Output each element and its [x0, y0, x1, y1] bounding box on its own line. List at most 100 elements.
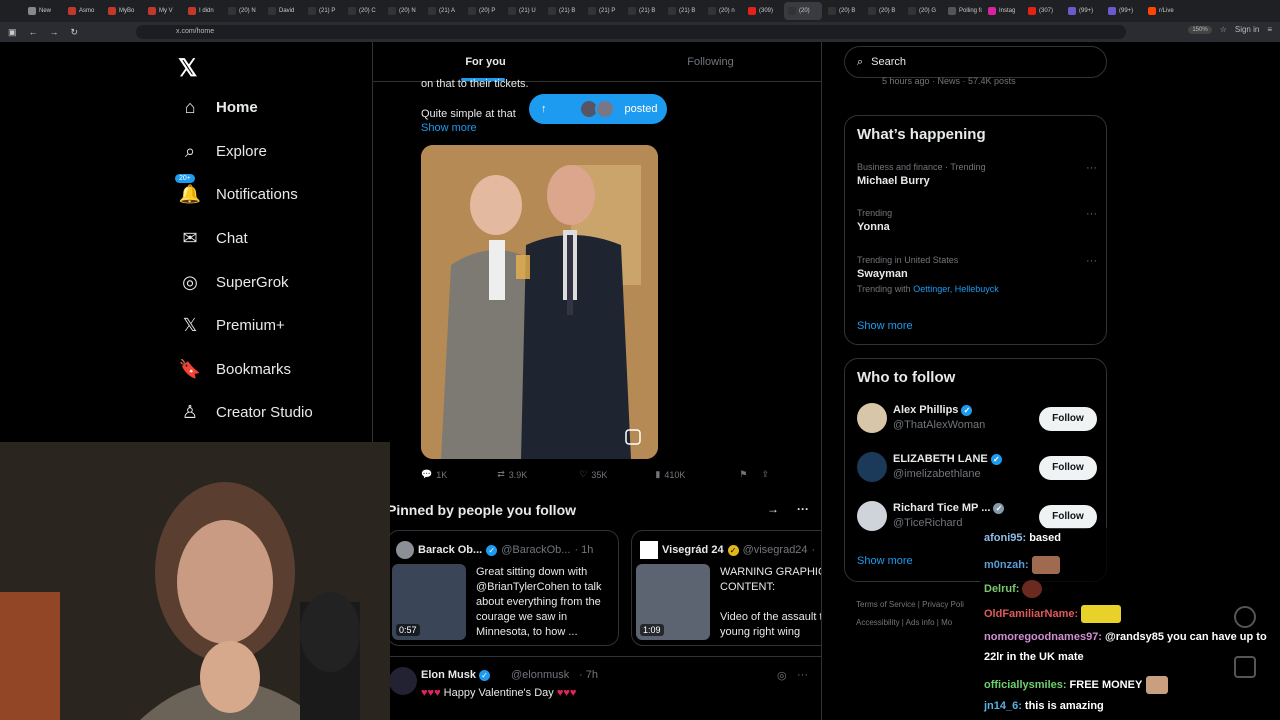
show-more-link[interactable]: Show more: [857, 555, 913, 567]
grok-icon[interactable]: ◎: [777, 669, 787, 682]
browser-tab[interactable]: Polling fo: [944, 2, 982, 20]
back-icon[interactable]: ←: [29, 27, 38, 38]
show-more-link[interactable]: Show more: [857, 320, 913, 332]
browser-tab[interactable]: (20) C: [344, 2, 382, 20]
browser-tab[interactable]: David: [264, 2, 302, 20]
footer-link[interactable]: Mo: [941, 618, 952, 627]
whats-happening-panel: What’s happening Business and finance · …: [844, 115, 1107, 345]
show-more-link[interactable]: Show more: [421, 122, 477, 134]
avatar: [857, 501, 887, 531]
repost-button[interactable]: ⇄ 3.9K: [497, 469, 527, 480]
browser-tab[interactable]: (20) G: [904, 2, 942, 20]
browser-tab[interactable]: (20): [784, 2, 822, 20]
browser-tab[interactable]: Instag: [984, 2, 1022, 20]
messages-icon[interactable]: [1234, 656, 1256, 678]
zoom-level[interactable]: 150%: [1188, 25, 1212, 34]
trend-item[interactable]: Trending in United States Swayman Trendi…: [857, 255, 1097, 294]
browser-tab[interactable]: (20) n: [704, 2, 742, 20]
follow-button[interactable]: Follow: [1039, 456, 1097, 480]
browser-tab[interactable]: Asmo: [64, 2, 102, 20]
browser-tab[interactable]: (20) B: [824, 2, 862, 20]
x-logo-icon[interactable]: 𝕏: [178, 54, 197, 83]
follow-button[interactable]: Follow: [1039, 505, 1097, 529]
browser-tab[interactable]: (20) N: [224, 2, 262, 20]
pinned-card[interactable]: Visegrád 24 ✓ @visegrad24 · 1:09 WARNING…: [631, 530, 821, 646]
trend-links[interactable]: Oettinger, Hellebuyck: [913, 284, 999, 294]
nav-item-premium[interactable]: 𝕏 Premium+: [180, 315, 285, 335]
more-icon[interactable]: ···: [1086, 162, 1097, 174]
x-icon: [908, 7, 916, 15]
browser-tab[interactable]: (309): [744, 2, 782, 20]
search-input[interactable]: ⌕ Search: [844, 46, 1107, 78]
trend-item[interactable]: Trending Yonna ···: [857, 208, 1097, 233]
browser-tab[interactable]: (20) B: [864, 2, 902, 20]
browser-tab[interactable]: (21) B: [664, 2, 702, 20]
tweet-photo[interactable]: [421, 145, 658, 459]
browser-tab[interactable]: (99+): [1064, 2, 1102, 20]
footer-link[interactable]: Privacy Poli: [922, 600, 964, 609]
url-field[interactable]: x.com/home: [136, 25, 1126, 39]
browser-tab[interactable]: (21) P: [584, 2, 622, 20]
more-icon[interactable]: ···: [1086, 208, 1097, 220]
new-posts-pill[interactable]: ↑ posted: [529, 94, 667, 124]
arrow-right-icon[interactable]: →: [767, 502, 779, 516]
x-icon: [588, 7, 596, 15]
footer-link[interactable]: Ads info: [906, 618, 935, 627]
chat-message: 22lr in the UK mate: [984, 651, 1084, 663]
more-icon[interactable]: ···: [1086, 255, 1097, 267]
nav-item-supergrok[interactable]: ◎ SuperGrok: [180, 272, 289, 292]
tab-for-you[interactable]: For you: [373, 42, 598, 81]
bookmark-button[interactable]: ⚑: [739, 469, 747, 480]
menu-icon[interactable]: ≡: [1267, 25, 1272, 34]
avatar: [389, 667, 417, 695]
pinned-card[interactable]: Barack Ob... ✓ @BarackOb... · 1h 0:57 Gr…: [387, 530, 619, 646]
like-button[interactable]: ♡ 35K: [579, 469, 607, 480]
profile-icon: [108, 7, 116, 15]
video-thumbnail[interactable]: 1:09: [636, 564, 710, 640]
chat-message: officiallysmiles: FREE MONEY: [984, 676, 1169, 694]
browser-tab[interactable]: (20) P: [464, 2, 502, 20]
more-icon[interactable]: ···: [797, 502, 809, 516]
browser-tab[interactable]: (99+): [1104, 2, 1142, 20]
browser-tab[interactable]: r/Live: [1144, 2, 1182, 20]
chat-message: m0nzah:: [984, 556, 1060, 574]
next-tweet[interactable]: Elon Musk ✓ @elonmusk · 7h ♥♥♥ Happy Val…: [373, 656, 821, 720]
browser-tab[interactable]: My V: [144, 2, 182, 20]
footer-link[interactable]: Accessibility: [856, 618, 900, 627]
forward-icon[interactable]: →: [50, 27, 59, 38]
nav-item-creator-studio[interactable]: ♙ Creator Studio: [180, 402, 313, 422]
follow-button[interactable]: Follow: [1039, 407, 1097, 431]
sidebar-toggle-icon[interactable]: ▣: [8, 27, 17, 38]
reload-icon[interactable]: ↻: [71, 27, 79, 38]
nav-item-chat[interactable]: ✉ Chat: [180, 228, 247, 248]
follow-suggestion[interactable]: ELIZABETH LANE ✓ @imelizabethlane Follow: [857, 452, 1097, 484]
footer-link[interactable]: Terms of Service: [856, 600, 916, 609]
browser-tab[interactable]: (20) N: [384, 2, 422, 20]
more-icon[interactable]: ···: [797, 669, 808, 681]
nav-item-bookmarks[interactable]: 🔖 Bookmarks: [179, 359, 291, 379]
browser-tab[interactable]: I didn: [184, 2, 222, 20]
nav-item-notifications[interactable]: 🔔 20+ Notifications: [175, 174, 298, 204]
follow-suggestion[interactable]: Alex Phillips ✓ @ThatAlexWoman Follow: [857, 403, 1097, 435]
browser-tab[interactable]: (21) U: [504, 2, 542, 20]
reply-button[interactable]: 💬 1K: [421, 469, 447, 480]
video-thumbnail[interactable]: 0:57: [392, 564, 466, 640]
browser-tab[interactable]: New: [24, 2, 62, 20]
browser-tab[interactable]: (21) B: [624, 2, 662, 20]
bookmark-star-icon[interactable]: ☆: [1220, 25, 1227, 34]
share-button[interactable]: ⇪: [761, 469, 769, 480]
nav-item-home[interactable]: ⌂ Home: [180, 97, 258, 117]
browser-tab[interactable]: (21) B: [544, 2, 582, 20]
sign-in-button[interactable]: Sign in: [1235, 25, 1259, 34]
browser-tab[interactable]: (307): [1024, 2, 1062, 20]
youtube-icon: [748, 7, 756, 15]
browser-tab[interactable]: (21) P: [304, 2, 342, 20]
browser-tab[interactable]: (21) A: [424, 2, 462, 20]
trend-item[interactable]: Business and finance · Trending Michael …: [857, 162, 1097, 187]
tab-following[interactable]: Following: [598, 42, 821, 81]
nav-item-label: SuperGrok: [216, 273, 289, 291]
grok-icon[interactable]: [1234, 606, 1256, 628]
views-button[interactable]: ▮ 410K: [655, 469, 685, 480]
browser-tab[interactable]: MyBo: [104, 2, 142, 20]
nav-item-explore[interactable]: ⌕ Explore: [180, 141, 267, 161]
